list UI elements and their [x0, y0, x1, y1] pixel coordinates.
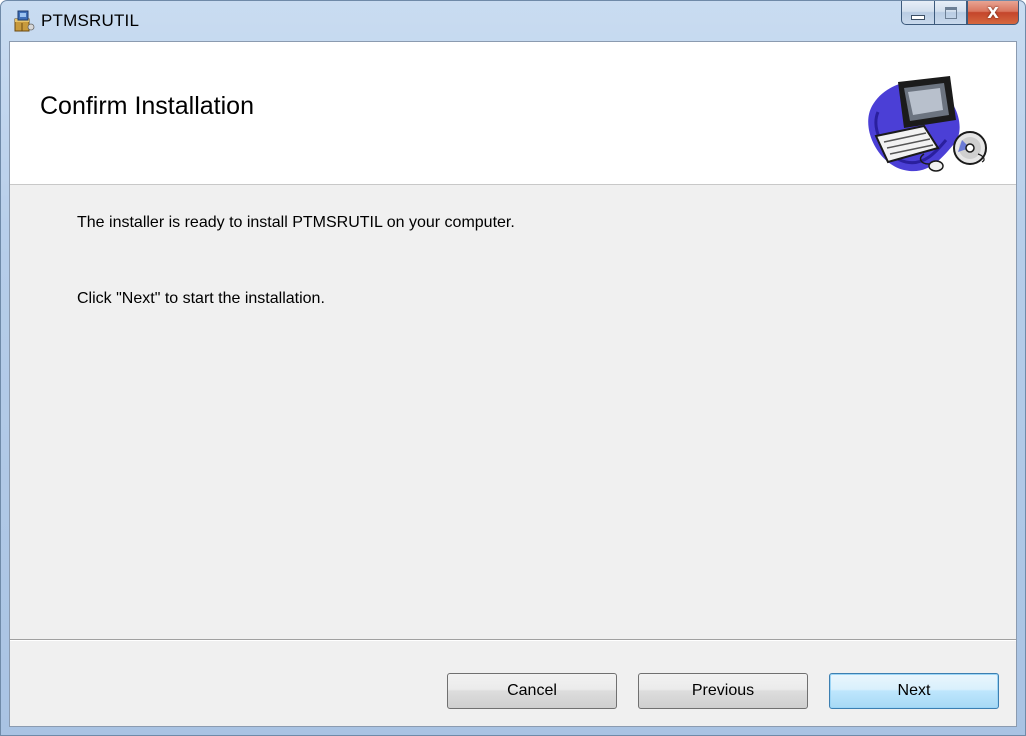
- window-title: PTMSRUTIL: [41, 11, 140, 30]
- maximize-button[interactable]: [934, 1, 967, 25]
- close-button[interactable]: X: [967, 1, 1019, 25]
- dialog-client-area: Confirm Installation The installer is re…: [9, 41, 1017, 727]
- title-bar[interactable]: PTMSRUTIL X: [1, 1, 1025, 41]
- instruction-message: Click "Next" to start the installation.: [77, 290, 325, 307]
- computer-with-cd-icon: [858, 72, 988, 177]
- cancel-button[interactable]: Cancel: [447, 673, 617, 709]
- footer-divider: [10, 639, 1016, 641]
- installer-window: PTMSRUTIL X Confirm Installation The ins…: [0, 0, 1026, 736]
- installer-package-icon: [11, 9, 35, 33]
- minimize-icon: [911, 15, 925, 20]
- maximize-icon: [944, 6, 957, 19]
- previous-button[interactable]: Previous: [638, 673, 808, 709]
- caption-buttons: X: [901, 1, 1019, 27]
- minimize-button[interactable]: [901, 1, 934, 25]
- page-title: Confirm Installation: [40, 92, 254, 120]
- close-icon: X: [987, 3, 999, 22]
- next-button[interactable]: Next: [829, 673, 999, 709]
- ready-message: The installer is ready to install PTMSRU…: [77, 214, 515, 231]
- header-banner: Confirm Installation: [10, 42, 1016, 185]
